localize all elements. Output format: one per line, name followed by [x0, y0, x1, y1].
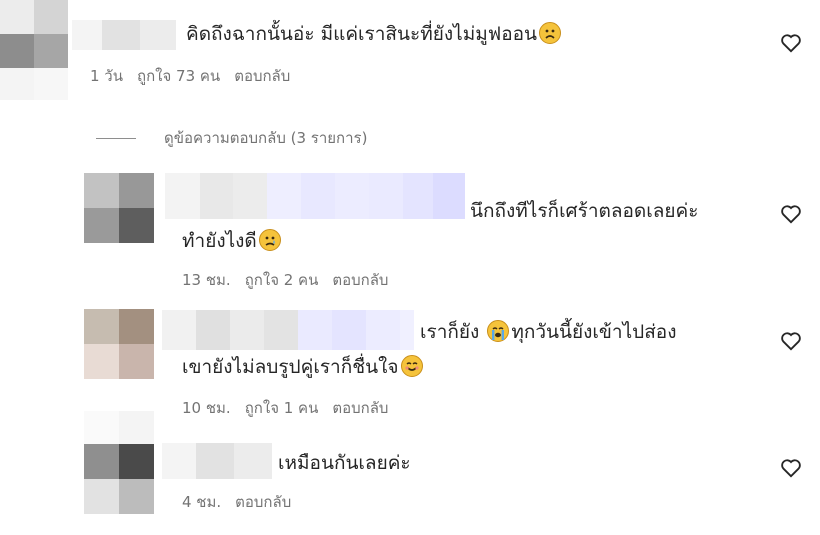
comment-meta: 1 วัน ถูกใจ 73 คน ตอบกลับ	[90, 66, 304, 86]
reply-button[interactable]: ตอบกลับ	[235, 493, 291, 511]
reply-likes[interactable]: ถูกใจ 1 คน	[245, 399, 319, 417]
reply-meta: 4 ชม. ตอบกลับ	[182, 492, 305, 512]
reply-time[interactable]: 4 ชม.	[182, 493, 221, 511]
reply-text-line1: เราก็ยัง ทุกวันนี้ยังเข้าไปส่อง	[420, 320, 677, 343]
like-heart-icon[interactable]	[780, 331, 802, 351]
comment-text: คิดถึงฉากนั้นอ่ะ มีแค่เราสินะที่ยังไม่มู…	[186, 22, 563, 46]
reply-meta: 10 ชม. ถูกใจ 1 คน ตอบกลับ	[182, 398, 402, 418]
avatar[interactable]	[84, 173, 154, 243]
slightly-frowning-face-icon	[539, 22, 562, 44]
avatar[interactable]	[0, 0, 68, 100]
divider-line	[96, 137, 136, 139]
reply-time[interactable]: 13 ชม.	[182, 271, 231, 289]
comment-time[interactable]: 1 วัน	[90, 67, 123, 85]
reply-text-line2: เขายังไม่ลบรูปคู่เราก็ชื่นใจ	[182, 355, 425, 379]
reply-button[interactable]: ตอบกลับ	[332, 271, 388, 289]
reply-time[interactable]: 10 ชม.	[182, 399, 231, 417]
reply-button[interactable]: ตอบกลับ	[332, 399, 388, 417]
reply-likes[interactable]: ถูกใจ 2 คน	[245, 271, 319, 289]
reply-button[interactable]: ตอบกลับ	[234, 67, 290, 85]
view-replies-button[interactable]: ดูข้อความตอบกลับ (3 รายการ)	[96, 126, 367, 150]
loudly-crying-face-icon	[487, 320, 510, 342]
username-pixelated[interactable]	[165, 173, 465, 219]
view-replies-label: ดูข้อความตอบกลับ (3 รายการ)	[164, 129, 368, 147]
like-heart-icon[interactable]	[780, 458, 802, 478]
reply-text-line2: ทำยังไงดี	[182, 229, 283, 253]
avatar[interactable]	[84, 411, 154, 514]
like-heart-icon[interactable]	[780, 33, 802, 53]
comment-likes[interactable]: ถูกใจ 73 คน	[137, 67, 220, 85]
reply-text-line1: เหมือนกันเลยค่ะ	[278, 452, 411, 474]
smiling-face-icon	[400, 355, 423, 377]
crying-face-icon	[258, 229, 281, 251]
reply-text-line1: นึกถึงทีไรก็เศร้าตลอดเลยค่ะ	[470, 200, 699, 222]
like-heart-icon[interactable]	[780, 204, 802, 224]
avatar[interactable]	[84, 309, 154, 379]
reply-meta: 13 ชม. ถูกใจ 2 คน ตอบกลับ	[182, 270, 402, 290]
username-pixelated[interactable]	[162, 310, 414, 350]
username-pixelated[interactable]	[72, 20, 176, 50]
username-pixelated[interactable]	[162, 443, 272, 479]
